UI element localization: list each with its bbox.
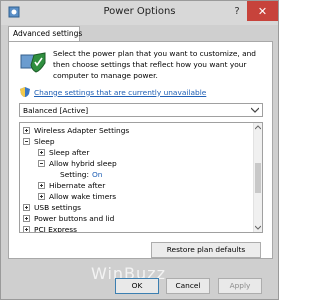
close-button[interactable]: ✕ [247, 1, 278, 21]
change-settings-row: Change settings that are currently unava… [20, 86, 206, 98]
collapse-icon[interactable] [23, 137, 30, 145]
tree-item-label: Wireless Adapter Settings [34, 125, 130, 135]
power-options-dialog: Power Options ? ✕ Advanced settings Sele… [0, 0, 279, 300]
expand-icon[interactable] [38, 192, 45, 200]
intro-text: Select the power plan that you want to c… [53, 49, 256, 80]
tree-item-label: USB settings [34, 202, 81, 212]
advanced-settings-panel: Select the power plan that you want to c… [8, 41, 273, 259]
power-plan-icon [20, 52, 46, 73]
uac-shield-icon [20, 87, 30, 97]
apply-button[interactable]: Apply [218, 278, 262, 294]
power-plan-selected: Balanced [Active] [23, 106, 89, 115]
change-settings-link[interactable]: Change settings that are currently unava… [34, 88, 206, 97]
setting-value[interactable]: On [92, 170, 103, 179]
tree-item-label: Hibernate after [49, 180, 106, 190]
cancel-button[interactable]: Cancel [166, 278, 210, 294]
power-plan-dropdown[interactable]: Balanced [Active] [19, 103, 263, 117]
setting-label: Setting: [60, 169, 89, 179]
title-bar[interactable]: Power Options ? ✕ [1, 1, 278, 25]
tree-item-label: Power buttons and lid [34, 213, 115, 223]
expand-icon[interactable] [38, 148, 45, 156]
tree-item-label: Allow wake timers [49, 191, 117, 201]
tree-scrollbar[interactable] [253, 123, 262, 232]
restore-plan-defaults-button[interactable]: Restore plan defaults [151, 242, 261, 258]
tree-item-label: Sleep after [49, 147, 90, 157]
scroll-up-icon[interactable] [255, 125, 261, 131]
expand-icon[interactable] [23, 203, 30, 211]
scrollbar-thumb[interactable] [255, 163, 261, 193]
expand-icon[interactable] [23, 225, 30, 232]
ok-button[interactable]: OK [115, 278, 159, 294]
expand-icon[interactable] [38, 181, 45, 189]
tree-item-label: PCI Express [34, 224, 78, 233]
tree-item-pci-express[interactable]: PCI Express [23, 223, 78, 233]
tree-item-label: Sleep [34, 136, 55, 146]
scroll-down-icon[interactable] [255, 224, 261, 230]
settings-tree[interactable]: Wireless Adapter Settings Sleep Sleep af… [19, 122, 263, 233]
expand-icon[interactable] [23, 214, 30, 222]
collapse-icon[interactable] [38, 159, 45, 167]
tab-advanced-settings[interactable]: Advanced settings [8, 26, 82, 42]
expand-icon[interactable] [23, 126, 30, 134]
tree-item-label: Allow hybrid sleep [49, 158, 117, 168]
help-button[interactable]: ? [227, 1, 247, 21]
chevron-down-icon [251, 107, 259, 113]
